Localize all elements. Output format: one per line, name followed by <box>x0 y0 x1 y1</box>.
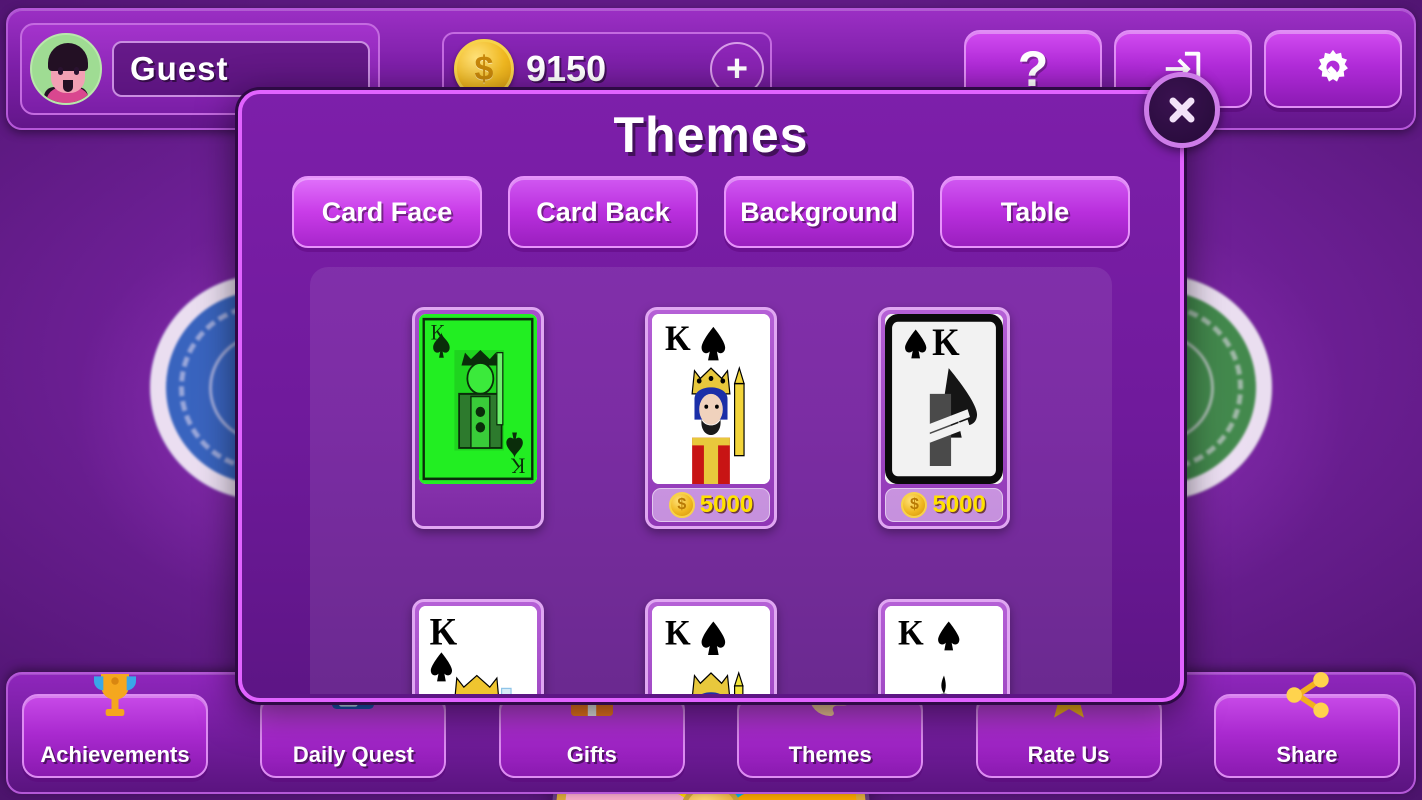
themes-dialog: Themes Card Face Card Back Background Ta… <box>238 72 1220 702</box>
card-preview-modern-mono: K <box>884 314 1003 484</box>
nav-label: Daily Quest <box>292 742 414 767</box>
trophy-icon <box>86 666 144 724</box>
nav-achievements[interactable]: Achievements <box>22 674 208 778</box>
tab-background[interactable]: Background <box>724 176 914 248</box>
player-name-label: Guest <box>130 50 229 87</box>
coin-balance-label: 9150 <box>526 48 607 89</box>
svg-text:K: K <box>665 613 691 653</box>
dialog-title: Themes <box>613 107 809 163</box>
theme-card-modern-king[interactable]: K $ 5000 <box>877 307 1010 529</box>
close-icon <box>1169 97 1195 123</box>
nav-label: Rate Us <box>1027 742 1110 767</box>
card-preview-green-classic: K K <box>419 314 538 484</box>
nav-share[interactable]: Share <box>1213 672 1400 778</box>
svg-text:K: K <box>430 611 458 654</box>
nav-gifts[interactable]: Gifts <box>498 674 685 778</box>
tab-card-back[interactable]: Card Back <box>508 176 698 248</box>
theme-card-green-king[interactable]: K K $ <box>412 307 545 529</box>
card-preview-blue-classic: K <box>419 606 538 694</box>
svg-text:K: K <box>665 319 691 359</box>
coin-icon: $ <box>668 492 695 518</box>
card-preview-classic-colour: K <box>651 314 770 484</box>
nav-themes[interactable]: Themes <box>737 674 924 778</box>
theme-list-scroll-area[interactable]: K K $ <box>310 267 1112 694</box>
svg-text:K: K <box>932 322 960 365</box>
nav-label: Share <box>1276 742 1338 767</box>
theme-grid: K K $ <box>310 267 1112 694</box>
price-label: 5000 <box>699 491 754 518</box>
nav-label: Achievements <box>40 742 190 767</box>
card-preview-ornate-mono: K <box>884 606 1003 694</box>
player-name-field[interactable]: Guest <box>112 41 370 97</box>
theme-category-tabs: Card Face Card Back Background Table <box>242 176 1180 248</box>
price-badge: $ 5000 <box>651 488 770 522</box>
share-node-icon <box>1278 666 1336 724</box>
theme-card-blue-king[interactable]: K $ <box>412 599 545 694</box>
tab-table[interactable]: Table <box>940 176 1130 248</box>
theme-card-classic-king[interactable]: K $ 5000 <box>644 307 777 529</box>
user-avatar-icon <box>30 33 102 105</box>
theme-card-classic-king-2[interactable]: K $ <box>644 599 777 694</box>
close-dialog-button[interactable] <box>1144 72 1220 148</box>
svg-text:K: K <box>898 613 924 653</box>
price-badge: $ 5000 <box>884 488 1003 522</box>
add-coins-button[interactable]: + <box>710 42 764 96</box>
theme-card-ornate-king[interactable]: K $ <box>877 599 1010 694</box>
tab-card-face[interactable]: Card Face <box>292 176 482 248</box>
nav-daily-quest[interactable]: Daily Quest <box>260 678 447 778</box>
gear-wrench-icon <box>1318 49 1348 82</box>
settings-button[interactable] <box>1264 30 1402 108</box>
coin-icon: $ <box>901 492 928 518</box>
nav-label: Themes <box>788 742 872 767</box>
price-label: 5000 <box>932 491 986 518</box>
card-preview-classic-colour-2: K <box>651 606 770 694</box>
svg-text:K: K <box>511 453 525 478</box>
nav-label: Gifts <box>566 742 617 767</box>
nav-rate-us[interactable]: Rate Us <box>975 674 1162 778</box>
